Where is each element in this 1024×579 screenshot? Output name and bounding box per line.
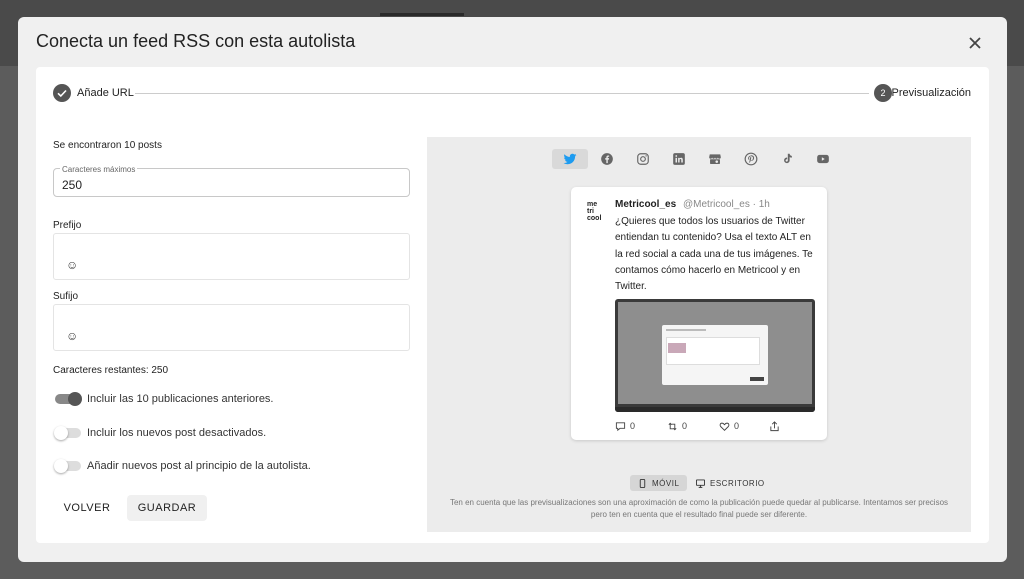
tweet-actions: 0 0 0 [615,419,785,433]
phone-icon [639,478,646,488]
reply-icon [615,421,626,431]
stepper: Añade URL 2 Previsualización [53,83,971,105]
add-to-start-toggle[interactable] [54,459,81,473]
instagram-icon[interactable] [625,149,661,169]
include-disabled-label: Incluir los nuevos post desactivados. [87,427,267,439]
include-previous-toggle[interactable] [55,392,82,406]
preview-disclaimer: Ten en cuenta que las previsualizaciones… [449,498,949,519]
account-handle: @Metricool_es · 1h [683,199,770,210]
reply-action[interactable]: 0 [615,419,635,433]
max-chars-value: 250 [62,178,83,192]
pinterest-icon[interactable] [733,149,769,169]
step-2-label: Previsualización [891,87,971,99]
posts-found-text: Se encontraron 10 posts [53,140,162,151]
like-count: 0 [734,421,740,431]
max-chars-input[interactable]: Caracteres máximos 250 [53,165,410,197]
share-action[interactable] [769,419,780,433]
desktop-view-button[interactable]: ESCRITORIO [688,475,773,491]
twitter-icon[interactable] [552,149,588,169]
prefix-label: Prefijo [53,220,82,231]
tweet-image [615,299,815,412]
tweet-image-screen [618,302,812,404]
tweet-image-dialog [662,325,768,385]
retweet-count: 0 [682,421,688,431]
modal-content-panel: Añade URL 2 Previsualización Se encontra… [36,67,989,543]
google-business-icon[interactable] [697,149,733,169]
preview-panel: me tri cool Metricool_es @Metricool_es ·… [427,137,971,532]
suffix-label: Sufijo [53,291,79,302]
suffix-input[interactable]: ☺ [53,304,410,351]
step-2-number: 2 [874,84,892,102]
monitor-icon [696,478,705,488]
heart-icon [719,422,730,431]
remaining-chars-text: Caracteres restantes: 250 [53,365,169,376]
retweet-action[interactable]: 0 [667,419,687,433]
metricool-logo: me tri cool [587,201,602,222]
mobile-label: MÓVIL [652,478,680,488]
mobile-view-button[interactable]: MÓVIL [630,475,688,491]
suffix-emoji-icon[interactable]: ☺ [66,329,78,343]
step-1-label: Añade URL [77,87,134,99]
tweet-text: ¿Quieres que todos los usuarios de Twitt… [615,216,813,293]
prefix-input[interactable]: ☺ [53,233,410,280]
step-completed-check-icon [53,84,71,102]
like-action[interactable]: 0 [719,419,739,433]
share-icon [770,420,779,431]
retweet-icon [668,422,677,430]
tweet-preview-card: me tri cool Metricool_es @Metricool_es ·… [571,187,827,440]
reply-count: 0 [630,421,636,431]
facebook-icon[interactable] [589,149,625,169]
linkedin-icon[interactable] [661,149,697,169]
youtube-icon[interactable] [805,149,841,169]
stepper-line [135,93,869,94]
max-chars-label: Caracteres máximos [60,165,138,174]
close-button[interactable] [965,33,985,53]
modal-title: Conecta un feed RSS con esta autolista [36,31,356,51]
include-previous-label: Incluir las 10 publicaciones anteriores. [87,393,274,405]
rss-feed-modal: Conecta un feed RSS con esta autolista A… [18,17,1007,562]
prefix-emoji-icon[interactable]: ☺ [66,258,78,272]
close-icon [969,37,981,49]
back-button[interactable]: VOLVER [53,495,121,521]
tiktok-icon[interactable] [769,149,805,169]
account-name: Metricool_es [615,199,677,210]
desktop-label: ESCRITORIO [710,478,765,488]
background-active-tab [380,13,464,16]
add-to-start-label: Añadir nuevos post al principio de la au… [87,460,311,472]
include-disabled-toggle[interactable] [54,426,81,440]
save-button[interactable]: GUARDAR [127,495,207,521]
